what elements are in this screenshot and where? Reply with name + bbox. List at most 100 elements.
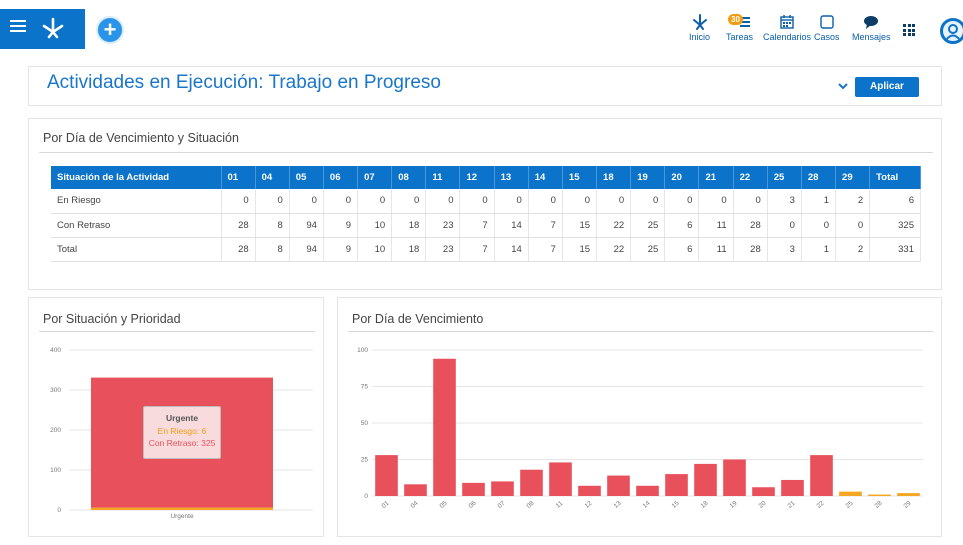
column-header-06: 06: [323, 166, 359, 189]
y-tick-label: 0: [57, 507, 61, 514]
table-cell: 10: [357, 237, 393, 262]
table-cell: 28: [221, 213, 256, 238]
bar-08: [520, 469, 543, 496]
table-cell: 331: [869, 237, 921, 262]
table-cell: 14: [494, 213, 529, 238]
column-header-13: 13: [494, 166, 529, 189]
apps-grid-icon[interactable]: [903, 24, 915, 36]
table-cell: 11: [698, 213, 734, 238]
table-cell: 94: [289, 237, 324, 262]
table-cell: 6: [869, 189, 921, 214]
x-tick-label: Urgente: [170, 513, 194, 520]
row-label: Con Retraso: [51, 213, 222, 238]
bar-25: [839, 491, 862, 496]
due-day-chart: 0 25 50 75 100 01 04 05 06 07 08 11 12 13 14 15 18 19 20 21…: [357, 347, 923, 510]
bar-21: [781, 479, 804, 496]
tooltip-en-riesgo: En Riesgo: 6: [157, 426, 207, 436]
x-tick-label: 28: [874, 500, 884, 510]
y-tick-label: 200: [50, 427, 61, 434]
table-cell: 0: [459, 189, 495, 214]
column-header-12: 12: [459, 166, 495, 189]
nav-calendarios[interactable]: Calendarios: [763, 14, 811, 42]
column-header-08: 08: [391, 166, 427, 189]
bar-12: [578, 485, 601, 496]
chevron-down-icon[interactable]: [836, 81, 850, 91]
x-tick-label: 20: [758, 500, 768, 510]
table-cell: 28: [733, 237, 768, 262]
x-tick-label: 07: [497, 500, 507, 510]
table-cell: 0: [698, 189, 734, 214]
table-cell: 22: [596, 213, 632, 238]
table-section-title: Por Día de Vencimiento y Situación: [43, 131, 239, 145]
nav-mensajes[interactable]: Mensajes: [852, 14, 891, 42]
table-cell: 94: [289, 213, 324, 238]
x-tick-label: 08: [526, 500, 536, 510]
tooltip-title: Urgente: [165, 413, 199, 423]
bar-07: [491, 481, 514, 496]
table-cell: 8: [255, 213, 290, 238]
home-logo-icon[interactable]: [40, 17, 66, 39]
bar-13: [607, 475, 630, 496]
divider: [39, 152, 933, 153]
table-cell: 0: [289, 189, 324, 214]
table-cell: 0: [221, 189, 256, 214]
table-cell: 0: [767, 213, 802, 238]
column-header-18: 18: [596, 166, 632, 189]
nav-inicio[interactable]: Inicio: [689, 14, 710, 42]
bar-14: [636, 485, 659, 496]
x-tick-label: 13: [613, 500, 623, 510]
bar-05: [433, 358, 456, 496]
table-cell: 3: [767, 237, 802, 262]
column-header-25: 25: [767, 166, 802, 189]
x-tick-label: 11: [555, 500, 565, 510]
table-cell: 0: [801, 213, 837, 238]
table-cell: 28: [221, 237, 256, 262]
table-cell: 0: [255, 189, 290, 214]
status-table: Situación de la Actividad 01 04 05 06 07 08 11 1…: [51, 166, 921, 262]
table-cell: 0: [494, 189, 529, 214]
x-tick-label: 18: [700, 500, 710, 510]
table-cell: 9: [323, 237, 359, 262]
column-header-15: 15: [562, 166, 598, 189]
table-cell: 8: [255, 237, 290, 262]
x-tick-label: 29: [903, 500, 913, 510]
x-tick-label: 25: [845, 500, 855, 510]
table-cell: 0: [664, 189, 700, 214]
table-cell: 0: [425, 189, 461, 214]
nav-casos[interactable]: Casos: [814, 14, 840, 42]
column-header-28: 28: [801, 166, 837, 189]
apply-button[interactable]: Aplicar: [855, 77, 919, 97]
bar-28: [868, 494, 891, 496]
bar-19: [723, 459, 746, 496]
table-cell: 7: [528, 213, 563, 238]
table-cell: 23: [425, 237, 461, 262]
home-icon: [692, 14, 707, 30]
table-cell: 22: [596, 237, 632, 262]
table-cell: 25: [630, 213, 666, 238]
table-cell: 2: [835, 237, 871, 262]
table-cell: 9: [323, 213, 359, 238]
bar-29: [897, 493, 920, 496]
x-tick-label: 19: [729, 500, 739, 510]
messages-icon: [864, 16, 879, 29]
page-header-card: Actividades en Ejecución: Trabajo en Pro…: [28, 66, 942, 106]
column-header-04: 04: [255, 166, 290, 189]
table-cell: 0: [596, 189, 632, 214]
table-cell: 6: [664, 237, 700, 262]
nav-tareas[interactable]: 30 Tareas: [726, 14, 753, 42]
menu-icon[interactable]: [10, 20, 26, 34]
table-cell: 28: [733, 213, 768, 238]
x-tick-label: 06: [468, 500, 478, 510]
table-cell: 15: [562, 213, 598, 238]
column-header-01: 01: [221, 166, 256, 189]
table-card: Por Día de Vencimiento y Situación Situa…: [28, 118, 942, 290]
y-tick-label: 0: [364, 493, 368, 500]
table-cell: 0: [562, 189, 598, 214]
add-button[interactable]: +: [96, 16, 124, 44]
x-tick-label: 22: [816, 500, 826, 510]
user-avatar[interactable]: [940, 18, 963, 44]
table-cell: 0: [630, 189, 666, 214]
brand-bar: [0, 9, 85, 49]
x-tick-label: 01: [381, 500, 391, 510]
bar-04: [404, 484, 427, 496]
